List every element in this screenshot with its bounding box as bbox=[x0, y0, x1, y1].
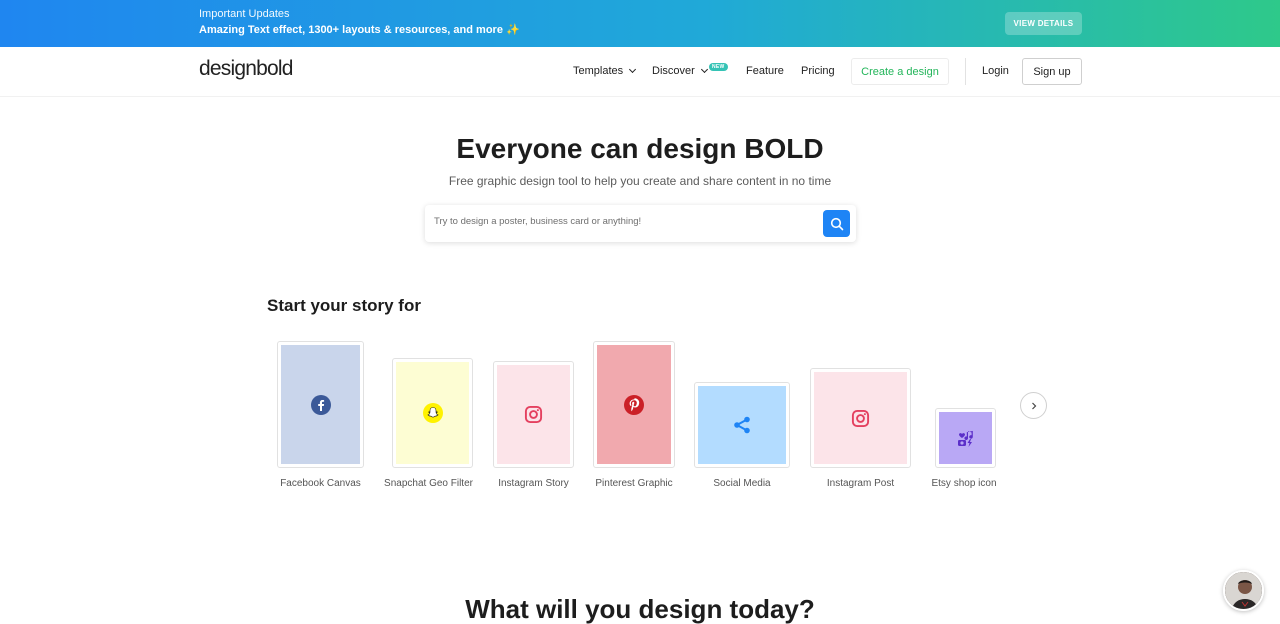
chevron-down-icon bbox=[700, 65, 708, 74]
nav-pricing[interactable]: Pricing bbox=[801, 65, 835, 77]
nav-divider bbox=[965, 58, 966, 85]
card-thumbnail bbox=[281, 345, 360, 464]
card-thumbnail bbox=[396, 362, 469, 464]
login-link[interactable]: Login bbox=[982, 65, 1009, 77]
announcement-banner: Important Updates Amazing Text effect, 1… bbox=[0, 0, 1280, 47]
nav-discover-label: Discover bbox=[652, 65, 695, 77]
card-label: Pinterest Graphic bbox=[595, 478, 673, 489]
nav-feature[interactable]: Feature bbox=[746, 65, 784, 77]
card-label: Instagram Story bbox=[498, 478, 569, 489]
share-icon bbox=[734, 416, 750, 434]
card-label: Etsy shop icon bbox=[931, 478, 997, 489]
chevron-right-icon bbox=[1031, 402, 1036, 409]
template-card-snapchat-geo-filter[interactable] bbox=[392, 358, 473, 468]
chat-avatar[interactable] bbox=[1223, 570, 1264, 611]
story-section-title: Start your story for bbox=[267, 296, 421, 315]
banner-text: Important Updates Amazing Text effect, 1… bbox=[199, 8, 520, 37]
sparkle-icon: ✨ bbox=[506, 24, 520, 36]
instagram-icon bbox=[851, 409, 870, 427]
card-thumbnail bbox=[814, 372, 907, 464]
card-label: Snapchat Geo Filter bbox=[384, 478, 473, 489]
template-card-etsy-shop-icon[interactable] bbox=[935, 408, 996, 468]
nav-discover[interactable]: Discover bbox=[652, 65, 708, 77]
banner-subtitle: Amazing Text effect, 1300+ layouts & res… bbox=[199, 23, 520, 37]
search-icon bbox=[830, 217, 843, 230]
template-card-instagram-story[interactable] bbox=[493, 361, 574, 468]
shop-music-icon bbox=[957, 430, 973, 447]
instagram-icon bbox=[524, 405, 543, 424]
snapchat-icon bbox=[422, 403, 443, 423]
chevron-down-icon bbox=[629, 65, 637, 74]
search-input[interactable] bbox=[434, 216, 814, 227]
nav-templates-label: Templates bbox=[573, 65, 624, 77]
card-thumbnail bbox=[597, 345, 671, 464]
pinterest-icon bbox=[624, 394, 644, 415]
hero-subtitle: Free graphic design tool to help you cre… bbox=[448, 174, 832, 188]
new-badge: NEW bbox=[709, 63, 728, 71]
card-thumbnail bbox=[939, 412, 992, 464]
facebook-icon bbox=[310, 394, 331, 415]
banner-subtitle-text: Amazing Text effect, 1300+ layouts & res… bbox=[199, 24, 503, 36]
search-button[interactable] bbox=[823, 210, 850, 237]
hero-title: Everyone can design BOLD bbox=[456, 133, 824, 164]
nav-templates[interactable]: Templates bbox=[573, 65, 637, 77]
create-design-button[interactable]: Create a design bbox=[851, 58, 949, 85]
signup-button[interactable]: Sign up bbox=[1022, 58, 1082, 85]
design-today-title: What will you design today? bbox=[465, 594, 815, 624]
top-navigation: designbold Templates Discover Feature Pr… bbox=[0, 47, 1280, 97]
card-thumbnail bbox=[698, 386, 786, 464]
template-card-facebook-canvas[interactable] bbox=[277, 341, 364, 468]
search-box bbox=[425, 205, 856, 242]
template-card-pinterest-graphic[interactable] bbox=[593, 341, 675, 468]
card-thumbnail bbox=[497, 365, 570, 464]
template-card-instagram-post[interactable] bbox=[810, 368, 911, 468]
carousel-next-button[interactable] bbox=[1020, 392, 1047, 419]
card-label: Social Media bbox=[713, 478, 771, 489]
banner-title: Important Updates bbox=[199, 8, 290, 20]
designbold-logo[interactable]: designbold bbox=[199, 57, 293, 81]
card-label: Facebook Canvas bbox=[280, 478, 361, 489]
card-label: Instagram Post bbox=[826, 478, 895, 489]
view-details-button[interactable]: VIEW DETAILS bbox=[1005, 12, 1082, 35]
template-card-social-media[interactable] bbox=[694, 382, 790, 468]
